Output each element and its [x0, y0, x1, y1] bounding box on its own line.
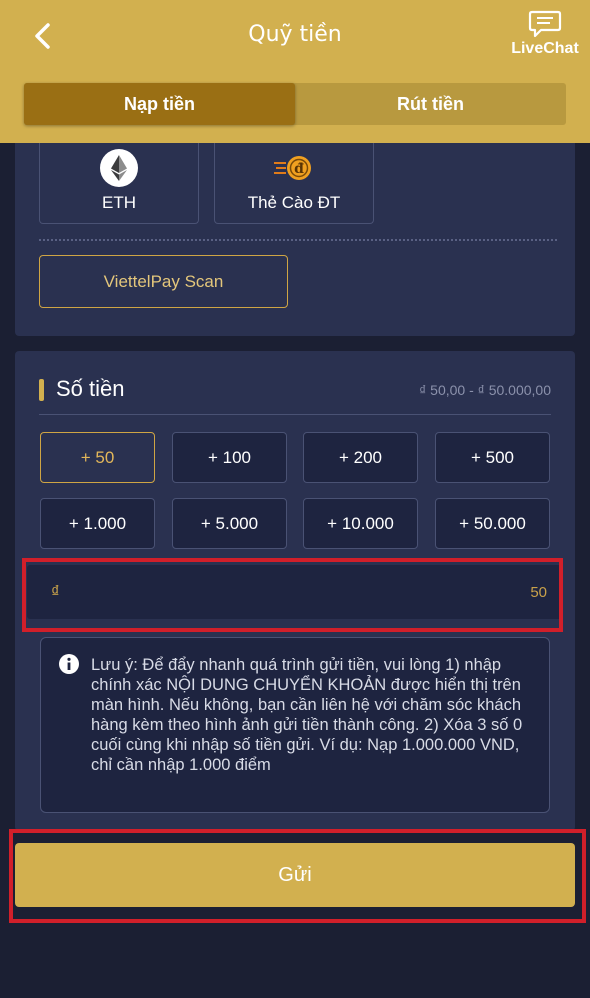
- submit-button[interactable]: Gửi: [15, 843, 575, 907]
- section-accent-bar: [39, 379, 44, 401]
- amount-input-container: ₫: [27, 565, 563, 619]
- method-card-eth[interactable]: ETH: [39, 143, 199, 224]
- preset-chip-50[interactable]: + 50: [40, 432, 155, 483]
- preset-chip-50000[interactable]: + 50.000: [435, 498, 550, 549]
- chat-bubble-icon: [528, 10, 562, 38]
- currency-symbol: ₫: [51, 582, 60, 601]
- preset-chip-100[interactable]: + 100: [172, 432, 287, 483]
- amount-range-label: ₫ 50,00 - ₫ 50.000,00: [419, 382, 551, 398]
- viettelpay-scan-button[interactable]: ViettelPay Scan: [39, 255, 288, 308]
- back-button[interactable]: [28, 20, 56, 52]
- preset-chip-1000[interactable]: + 1.000: [40, 498, 155, 549]
- tab-bar: Nạp tiền Rút tiền: [24, 83, 566, 125]
- ethereum-icon: [100, 149, 138, 187]
- livechat-label: LiveChat: [511, 40, 579, 57]
- method-label-phone-card: Thẻ Cào ĐT: [247, 193, 341, 212]
- deposit-note-box: Lưu ý: Để đẩy nhanh quá trình gửi tiền, …: [40, 637, 550, 813]
- amount-section-title: Số tiền: [56, 376, 125, 401]
- phone-card-icon: đ: [274, 156, 311, 180]
- livechat-button[interactable]: LiveChat: [500, 10, 590, 66]
- method-label-eth: ETH: [102, 193, 136, 212]
- info-icon: [59, 654, 79, 674]
- section-divider: [39, 414, 551, 415]
- deposit-note-text: Lưu ý: Để đẩy nhanh quá trình gửi tiền, …: [91, 656, 523, 774]
- preset-chip-10000[interactable]: + 10.000: [303, 498, 418, 549]
- preset-chip-500[interactable]: + 500: [435, 432, 550, 483]
- amount-panel: Số tiền ₫ 50,00 - ₫ 50.000,00 + 50 + 100…: [15, 351, 575, 831]
- method-card-phone-card[interactable]: đ Thẻ Cào ĐT: [214, 143, 374, 224]
- dotted-divider: [39, 239, 557, 241]
- header-bar: Quỹ tiền LiveChat Nạp tiền Rút tiền: [0, 0, 590, 143]
- tab-deposit[interactable]: Nạp tiền: [24, 83, 295, 125]
- amount-input[interactable]: [147, 565, 547, 619]
- tab-withdraw[interactable]: Rút tiền: [295, 83, 566, 125]
- payment-methods-panel: ETH đ Thẻ Cào ĐT ViettelPay Scan: [15, 143, 575, 336]
- preset-chip-5000[interactable]: + 5.000: [172, 498, 287, 549]
- preset-chip-200[interactable]: + 200: [303, 432, 418, 483]
- chevron-left-icon: [35, 23, 50, 49]
- svg-text:đ: đ: [294, 161, 304, 177]
